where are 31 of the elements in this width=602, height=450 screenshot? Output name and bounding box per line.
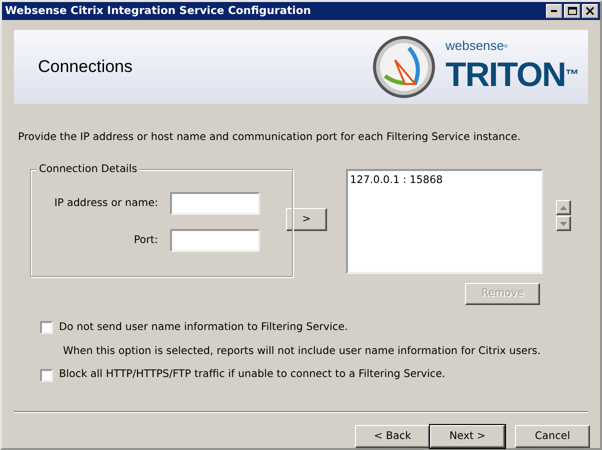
note-text: When this option is selected, reports will not include user name information for Citrix users. [62, 344, 542, 359]
next-button[interactable]: Next > [430, 425, 505, 448]
input-field[interactable] [170, 229, 260, 252]
checkbox[interactable] [40, 321, 53, 334]
close-button[interactable] [582, 4, 598, 18]
logo-icon [371, 34, 438, 100]
instruction-text: Provide the IP address or host name and communication port for each Filtering Service instance. [18, 130, 522, 145]
maximize-button[interactable] [564, 4, 580, 18]
page-title: Connections [38, 56, 133, 78]
list-item[interactable]: 127.0.0.1 : 15868 [350, 173, 443, 189]
down-arrow-icon [560, 222, 567, 226]
cancel-button[interactable]: Cancel [515, 425, 590, 448]
logo-brand: websense$^{®}$ [445, 38, 509, 56]
checkbox-label[interactable]: Block all HTTP/HTTPS/FTP traffic if unable to connect to a Filtering Service. [59, 367, 446, 383]
minimize-icon [551, 10, 557, 12]
close-icon [586, 7, 594, 16]
checkbox[interactable] [40, 368, 53, 382]
window-title: Websense Citrix Integration Service Configuration [5, 3, 311, 20]
input-field[interactable] [170, 192, 260, 216]
minimize-button[interactable] [546, 4, 562, 18]
maximize-icon [568, 7, 576, 16]
add-button[interactable]: > [286, 208, 327, 232]
back-button[interactable]: < Back [355, 425, 430, 448]
logo-product: TRITON$^{™}$ [445, 55, 578, 96]
move-up-button[interactable] [556, 200, 571, 216]
checkbox-label[interactable]: Do not send user name information to Filtering Service. [59, 320, 348, 336]
field-label: IP address or name: [54, 196, 158, 211]
connection-list[interactable]: 127.0.0.1 : 15868 [346, 169, 543, 274]
up-arrow-icon [560, 206, 567, 210]
move-down-button[interactable] [556, 216, 571, 232]
field-label: Port: [134, 232, 158, 248]
